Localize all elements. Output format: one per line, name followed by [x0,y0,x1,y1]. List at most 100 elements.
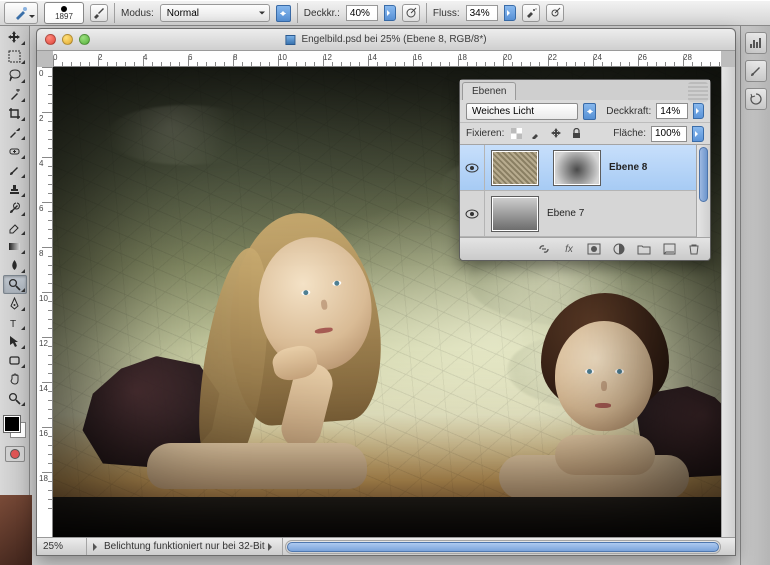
scrollbar-thumb[interactable] [287,542,719,552]
layers-tab[interactable]: Ebenen [462,82,516,100]
brush-dot-icon [61,6,67,12]
blend-mode-value: Normal [167,8,199,19]
zoom-value[interactable]: 25% [37,538,87,555]
layer-name[interactable]: Ebene 7 [547,208,584,219]
layer-blend-mode-value: Weiches Licht [472,106,534,117]
airbrush-toggle[interactable] [522,4,540,22]
brush-preview[interactable]: 1897 [44,2,84,24]
layer-thumbnail[interactable] [491,150,539,186]
pen-tool[interactable] [3,294,27,313]
histogram-icon[interactable] [745,32,767,54]
flow-dropdown[interactable] [504,5,516,21]
brush-panel-icon[interactable] [745,60,767,82]
panel-scrollbar[interactable] [696,145,710,237]
vertical-scrollbar[interactable] [721,67,735,537]
opacity-label: Deckkr.: [304,8,340,19]
shape-tool[interactable] [3,351,27,370]
layer-list: Ebene 8 Ebene 7 [460,144,710,238]
lock-all-icon[interactable] [569,126,584,141]
path-select-tool[interactable] [3,332,27,351]
quickmask-toggle[interactable] [5,446,25,462]
new-layer-icon[interactable] [661,242,677,256]
layer-row[interactable]: Ebene 7 [460,191,710,237]
foreground-swatch[interactable] [4,416,20,432]
layer-row[interactable]: Ebene 8 [460,145,710,191]
ruler-horizontal[interactable]: 024681012141618202224262830 [53,51,721,67]
brush-panel-toggle[interactable] [90,4,108,22]
scrollbar-thumb[interactable] [699,147,708,202]
layer-blend-stepper[interactable] [583,103,596,120]
ruler-tick: 10 [278,53,287,62]
hidden-photo-strip [0,495,32,565]
lock-position-icon[interactable] [549,126,564,141]
lock-transparent-icon[interactable] [509,126,524,141]
hand-tool[interactable] [3,370,27,389]
lasso-tool[interactable] [3,66,27,85]
history-brush-tool[interactable] [3,199,27,218]
link-layers-icon[interactable] [536,242,552,256]
pressure-size-toggle[interactable] [546,4,564,22]
color-swatches[interactable] [2,414,28,440]
layer-thumbnail[interactable] [491,196,539,232]
brush-tool[interactable] [3,161,27,180]
quickmask-icon [10,449,20,459]
opacity-value[interactable]: 40% [346,5,378,21]
dodge-tool[interactable] [3,275,27,294]
crop-tool[interactable] [3,104,27,123]
pressure-opacity-toggle[interactable] [402,4,420,22]
fill-dropdown[interactable] [692,126,704,142]
brush-size-value: 1897 [55,13,73,21]
close-window-button[interactable] [45,34,56,45]
status-text: Belichtung funktioniert nur bei 32-Bit [104,541,265,552]
delete-layer-icon[interactable] [686,242,702,256]
layers-panel[interactable]: Ebenen Weiches Licht Deckkraft: 14% Fixi… [459,79,711,261]
info-arrow-icon [268,543,276,551]
panel-menu-icon[interactable] [688,82,708,102]
layer-opacity-value[interactable]: 14% [656,103,688,119]
ruler-tick: 6 [39,204,43,213]
fill-value[interactable]: 100% [651,126,687,142]
eyedropper-tool[interactable] [3,123,27,142]
horizontal-scrollbar[interactable] [285,540,721,554]
flow-label: Fluss: [433,8,460,19]
minimize-window-button[interactable] [62,34,73,45]
flow-value[interactable]: 34% [466,5,498,21]
blur-tool[interactable] [3,256,27,275]
layer-group-icon[interactable] [636,242,652,256]
svg-text:T: T [10,319,16,329]
right-dock [740,26,770,565]
wand-tool[interactable] [3,85,27,104]
layer-mask-icon[interactable] [586,242,602,256]
type-tool[interactable]: T [3,313,27,332]
visibility-toggle[interactable] [460,209,484,219]
status-bar: 25% Belichtung funktioniert nur bei 32-B… [37,537,735,555]
stamp-tool[interactable] [3,180,27,199]
gradient-tool[interactable] [3,237,27,256]
layer-blend-mode-select[interactable]: Weiches Licht [466,103,578,120]
zoom-window-button[interactable] [79,34,90,45]
heal-tool[interactable] [3,142,27,161]
adjustment-layer-icon[interactable] [611,242,627,256]
history-icon[interactable] [745,88,767,110]
blend-mode-select[interactable]: Normal [160,4,270,22]
blend-mode-stepper[interactable] [276,5,291,22]
zoom-tool[interactable] [3,389,27,408]
ruler-vertical[interactable]: 024681012141618 [37,67,53,537]
toolbox: T [0,26,30,565]
visibility-toggle[interactable] [460,163,484,173]
document-info[interactable]: Belichtung funktioniert nur bei 32-Bit [87,538,283,555]
titlebar[interactable]: Engelbild.psd bei 25% (Ebene 8, RGB/8*) [37,29,735,51]
lock-pixels-icon[interactable] [529,126,544,141]
mask-thumbnail[interactable] [553,150,601,186]
opacity-dropdown[interactable] [384,5,396,21]
layer-fx-icon[interactable]: fx [561,242,577,256]
tool-preset-picker[interactable] [4,2,38,24]
document-title: Engelbild.psd bei 25% (Ebene 8, RGB/8*) [285,34,486,45]
marquee-tool[interactable] [3,47,27,66]
ruler-tick: 28 [683,53,692,62]
layer-name[interactable]: Ebene 8 [609,162,647,173]
layer-opacity-dropdown[interactable] [693,103,704,119]
move-tool[interactable] [3,28,27,47]
eraser-tool[interactable] [3,218,27,237]
layer-opacity-label: Deckkraft: [606,106,651,117]
